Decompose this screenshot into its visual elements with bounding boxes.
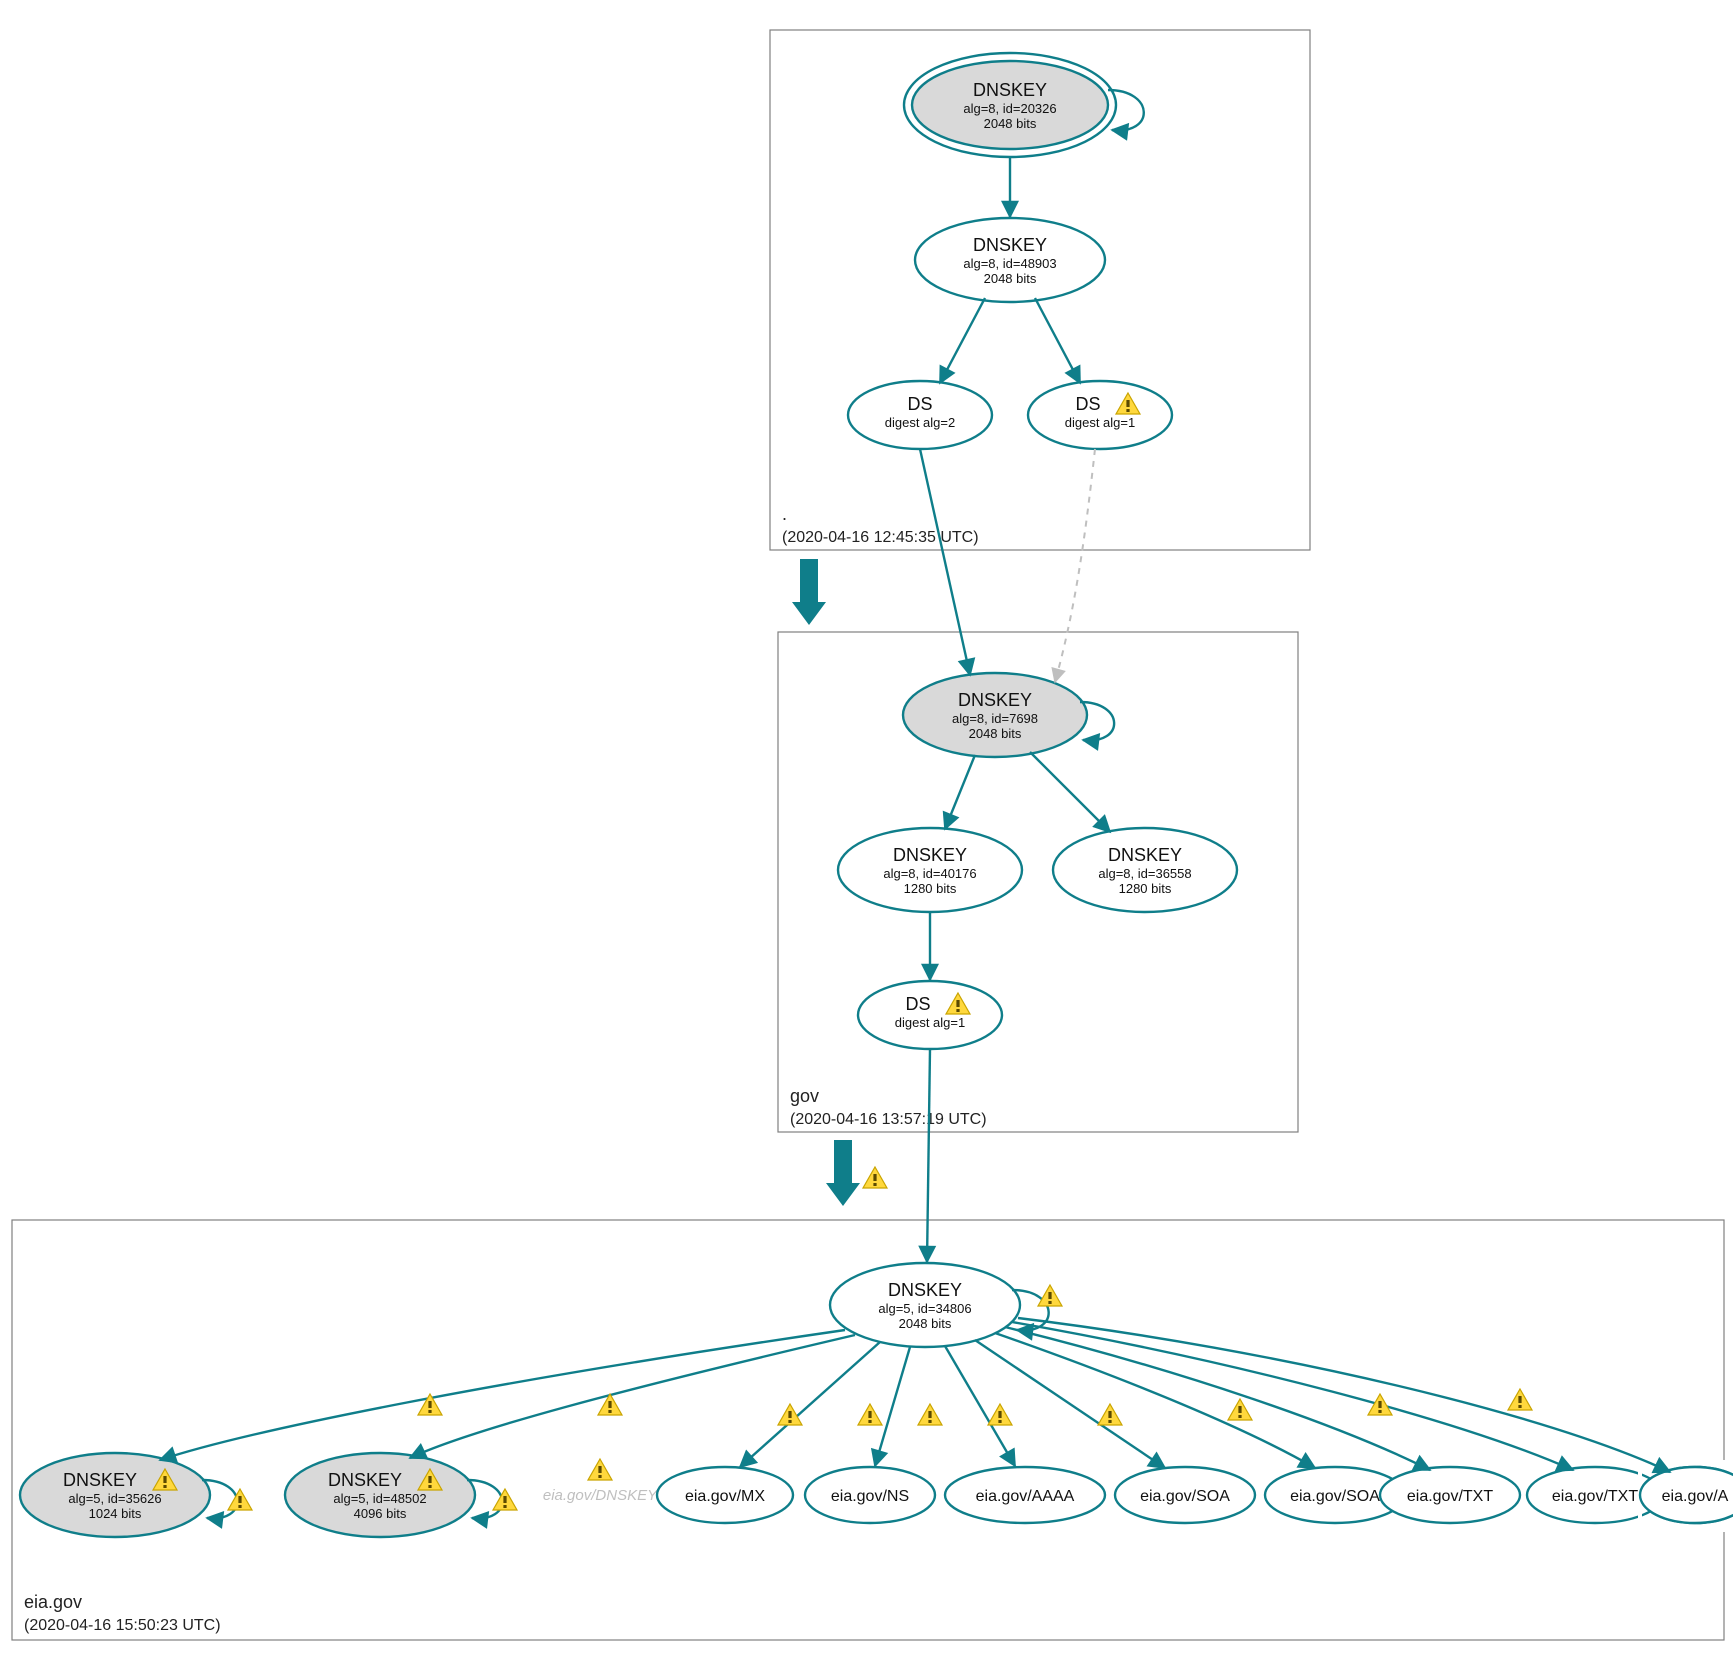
node-gov-zsk2: DNSKEY alg=8, id=36558 1280 bits	[1053, 828, 1237, 912]
svg-text:DNSKEY: DNSKEY	[893, 845, 967, 865]
warning-icon	[1228, 1399, 1252, 1420]
edge-eia-aaaa	[945, 1346, 1015, 1466]
edge-ds1-govksk	[1055, 449, 1095, 682]
node-gov-ksk: DNSKEY alg=8, id=7698 2048 bits	[903, 673, 1087, 757]
svg-text:eia.gov/MX: eia.gov/MX	[685, 1488, 765, 1505]
svg-text:DNSKEY: DNSKEY	[973, 80, 1047, 100]
dnssec-diagram: . (2020-04-16 12:45:35 UTC) DNSKEY alg=8…	[0, 0, 1733, 1674]
svg-text:DNSKEY: DNSKEY	[63, 1470, 137, 1490]
node-eia-k2: DNSKEY alg=5, id=48502 4096 bits	[285, 1453, 475, 1537]
edge-rootzsk-ds2	[940, 298, 985, 383]
edge-govksk-zsk2	[1030, 752, 1110, 832]
node-eia-faded: eia.gov/DNSKEY	[543, 1487, 658, 1504]
warning-icon	[1098, 1404, 1122, 1425]
node-gov-zsk: DNSKEY alg=8, id=40176 1280 bits	[838, 828, 1022, 912]
node-root-ksk: DNSKEY alg=8, id=20326 2048 bits	[904, 53, 1116, 157]
node-gov-ds1: DS digest alg=1	[858, 981, 1002, 1049]
svg-text:DNSKEY: DNSKEY	[1108, 845, 1182, 865]
svg-text:eia.gov/A: eia.gov/A	[1662, 1488, 1729, 1505]
svg-text:eia.gov/SOA: eia.gov/SOA	[1140, 1488, 1230, 1505]
warning-icon	[493, 1489, 517, 1510]
node-root-zsk: DNSKEY alg=8, id=48903 2048 bits	[915, 218, 1105, 302]
svg-text:digest alg=1: digest alg=1	[895, 1015, 965, 1030]
zone-arrow-gov-eia	[826, 1140, 860, 1206]
svg-text:DNSKEY: DNSKEY	[328, 1470, 402, 1490]
svg-text:alg=5, id=34806: alg=5, id=34806	[878, 1301, 971, 1316]
svg-text:DNSKEY: DNSKEY	[958, 690, 1032, 710]
edge-rootzsk-ds1	[1035, 298, 1080, 383]
svg-text:digest alg=2: digest alg=2	[885, 415, 955, 430]
warning-icon	[988, 1404, 1012, 1425]
node-rr-ns: eia.gov/NS	[805, 1467, 935, 1523]
svg-text:DNSKEY: DNSKEY	[888, 1280, 962, 1300]
svg-text:eia.gov/AAAA: eia.gov/AAAA	[976, 1488, 1075, 1505]
warning-icon	[858, 1404, 882, 1425]
node-root-ds1: DS digest alg=1	[1028, 381, 1172, 449]
svg-text:eia.gov/NS: eia.gov/NS	[831, 1488, 909, 1505]
edge-govds-eiaksk	[927, 1049, 930, 1262]
edge-govksk-zsk	[945, 755, 975, 829]
svg-text:alg=8, id=20326: alg=8, id=20326	[963, 101, 1056, 116]
edge-eia-k2	[410, 1335, 855, 1458]
zone-arrow-root-gov	[792, 559, 826, 625]
zone-eia-name: eia.gov	[24, 1592, 82, 1612]
warning-icon	[863, 1167, 887, 1188]
warning-icon	[1508, 1389, 1532, 1410]
svg-text:alg=5, id=48502: alg=5, id=48502	[333, 1491, 426, 1506]
node-rr-mx: eia.gov/MX	[657, 1467, 793, 1523]
edge-eia-k1	[160, 1330, 845, 1460]
warning-icon	[588, 1459, 612, 1480]
edge-eia-ns	[875, 1347, 910, 1466]
edge-ds2-govksk	[920, 449, 970, 675]
edge-eia-soa2	[995, 1333, 1315, 1468]
zone-gov-ts: (2020-04-16 13:57:19 UTC)	[790, 1111, 987, 1128]
svg-text:1280 bits: 1280 bits	[904, 881, 957, 896]
svg-text:DNSKEY: DNSKEY	[973, 235, 1047, 255]
svg-text:DS: DS	[1075, 394, 1100, 414]
svg-text:2048 bits: 2048 bits	[969, 726, 1022, 741]
svg-text:digest alg=1: digest alg=1	[1065, 415, 1135, 430]
svg-text:DS: DS	[907, 394, 932, 414]
node-root-ds2: DS digest alg=2	[848, 381, 992, 449]
svg-text:1024 bits: 1024 bits	[89, 1506, 142, 1521]
node-eia-k1: DNSKEY alg=5, id=35626 1024 bits	[20, 1453, 210, 1537]
svg-text:alg=8, id=7698: alg=8, id=7698	[952, 711, 1038, 726]
node-rr-aaaa: eia.gov/AAAA	[945, 1467, 1105, 1523]
svg-text:eia.gov/TXT: eia.gov/TXT	[1407, 1488, 1493, 1505]
svg-text:eia.gov/SOA: eia.gov/SOA	[1290, 1488, 1380, 1505]
warning-icon	[228, 1489, 252, 1510]
warning-icon	[1368, 1394, 1392, 1415]
node-rr-soa1: eia.gov/SOA	[1115, 1467, 1255, 1523]
svg-text:2048 bits: 2048 bits	[984, 116, 1037, 131]
zone-root-name: .	[782, 504, 787, 524]
svg-text:2048 bits: 2048 bits	[899, 1316, 952, 1331]
warning-icon	[918, 1404, 942, 1425]
zone-eia-ts: (2020-04-16 15:50:23 UTC)	[24, 1617, 221, 1634]
svg-text:2048 bits: 2048 bits	[984, 271, 1037, 286]
svg-text:4096 bits: 4096 bits	[354, 1506, 407, 1521]
edge-eia-txt2	[1012, 1322, 1573, 1470]
node-eia-ksk: DNSKEY alg=5, id=34806 2048 bits	[830, 1263, 1020, 1347]
svg-text:alg=8, id=36558: alg=8, id=36558	[1098, 866, 1191, 881]
edge-eia-mx	[740, 1342, 880, 1467]
zone-root-ts: (2020-04-16 12:45:35 UTC)	[782, 529, 979, 546]
zone-gov-name: gov	[790, 1086, 819, 1106]
svg-text:alg=8, id=48903: alg=8, id=48903	[963, 256, 1056, 271]
svg-text:alg=5, id=35626: alg=5, id=35626	[68, 1491, 161, 1506]
svg-text:DS: DS	[905, 994, 930, 1014]
warning-icon	[1038, 1285, 1062, 1306]
svg-text:eia.gov/TXT: eia.gov/TXT	[1552, 1488, 1638, 1505]
node-rr-txt1b: eia.gov/TXT	[1380, 1467, 1520, 1523]
svg-text:1280 bits: 1280 bits	[1119, 881, 1172, 896]
svg-text:alg=8, id=40176: alg=8, id=40176	[883, 866, 976, 881]
